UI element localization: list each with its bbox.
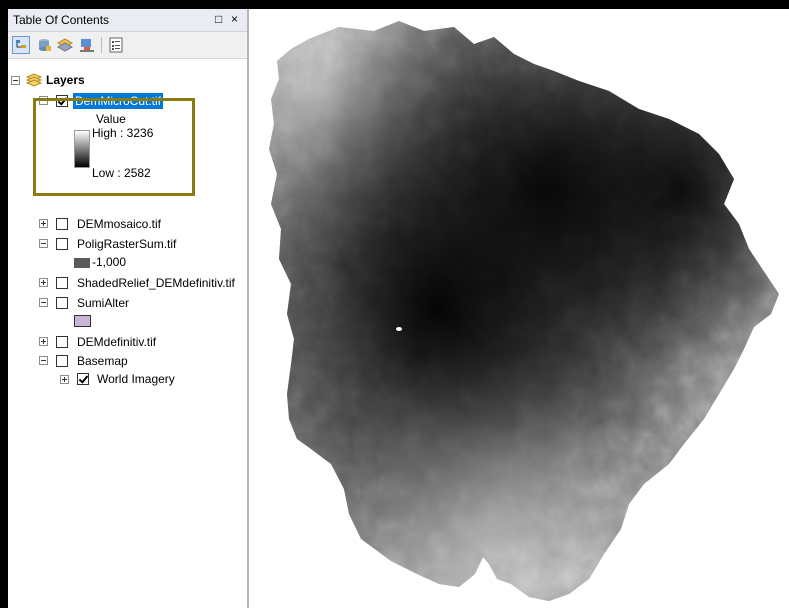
toc-title-bar[interactable]: Table Of Contents □ ×	[8, 9, 247, 32]
layer-visibility-checkbox[interactable]	[56, 238, 68, 250]
restore-icon[interactable]: □	[215, 12, 222, 26]
toc-title: Table Of Contents	[13, 13, 110, 27]
layers-stack-icon	[25, 72, 43, 88]
layer-visibility-checkbox[interactable]	[56, 218, 68, 230]
layer-visibility-checkbox[interactable]	[56, 336, 68, 348]
collapse-layer-icon[interactable]	[39, 239, 48, 248]
layer-name-demmosaico[interactable]: DEMmosaico.tif	[77, 216, 161, 232]
expand-layer-icon[interactable]	[60, 375, 69, 384]
left-border	[0, 9, 8, 608]
toc-toolbar	[8, 32, 247, 59]
highlight-annotation-box	[33, 98, 195, 196]
collapse-layers-icon[interactable]	[11, 76, 20, 85]
layer-name-demdefinitiv[interactable]: DEMdefinitiv.tif	[77, 334, 156, 350]
layer-tree: Layers DemMicroCut.tif Value High : 3236…	[8, 59, 247, 608]
legend-swatch	[74, 315, 91, 327]
layers-root-label[interactable]: Layers	[46, 72, 85, 88]
map-view[interactable]	[249, 9, 789, 608]
legend-swatch	[74, 258, 90, 268]
layer-visibility-checkbox[interactable]	[56, 355, 68, 367]
collapse-layer-icon[interactable]	[39, 356, 48, 365]
close-icon[interactable]: ×	[231, 12, 238, 26]
expand-layer-icon[interactable]	[39, 278, 48, 287]
dem-raster	[269, 21, 779, 601]
layer-visibility-checkbox[interactable]	[77, 373, 89, 385]
list-by-source-icon[interactable]	[35, 36, 53, 54]
expand-layer-icon[interactable]	[39, 337, 48, 346]
legend-value-label: -1,000	[92, 255, 127, 269]
list-by-drawing-order-icon[interactable]	[12, 36, 30, 54]
layer-name-basemap[interactable]: Basemap	[77, 353, 128, 369]
list-by-selection-icon[interactable]	[78, 36, 96, 54]
layer-name-sumialter[interactable]: SumiAlter	[77, 295, 129, 311]
layer-name-shadedrelief[interactable]: ShadedRelief_DEMdefinitiv.tif	[77, 275, 235, 291]
list-by-visibility-icon[interactable]	[56, 36, 74, 54]
options-icon[interactable]	[107, 36, 125, 54]
layer-visibility-checkbox[interactable]	[56, 297, 68, 309]
top-border	[0, 0, 789, 9]
collapse-layer-icon[interactable]	[39, 298, 48, 307]
layer-name-poligrastersum[interactable]: PoligRasterSum.tif	[77, 236, 176, 252]
toolbar-separator	[101, 37, 102, 53]
expand-layer-icon[interactable]	[39, 219, 48, 228]
layer-visibility-checkbox[interactable]	[56, 277, 68, 289]
layer-name-world-imagery[interactable]: World Imagery	[97, 371, 175, 387]
table-of-contents-panel: Table Of Contents □ × Layers DemMicroCut…	[8, 9, 249, 608]
